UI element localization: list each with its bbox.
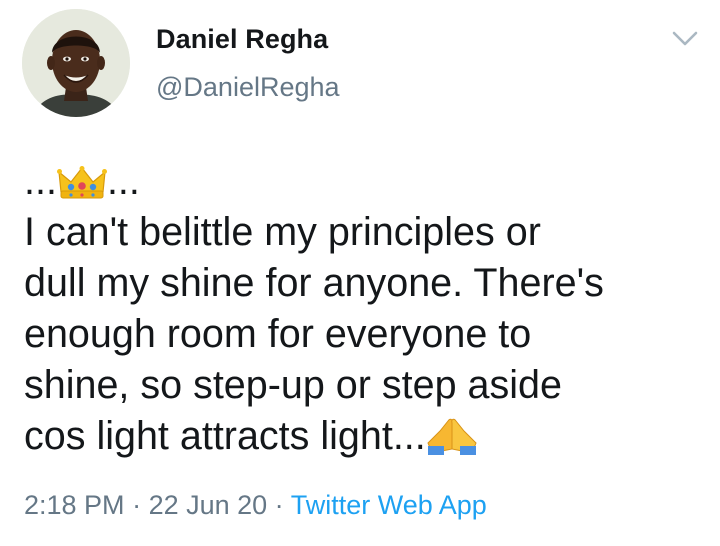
meta-separator: · bbox=[267, 490, 291, 520]
tweet-source-link[interactable]: Twitter Web App bbox=[291, 490, 487, 520]
folded-hands-emoji-icon bbox=[426, 415, 478, 468]
tweet-line: dull my shine for anyone. There's bbox=[24, 261, 604, 305]
tweet-card: Daniel Regha @DanielRegha ... ... I can'… bbox=[0, 0, 720, 546]
author-display-name[interactable]: Daniel Regha bbox=[156, 24, 328, 55]
tweet-line: I can't belittle my principles or bbox=[24, 210, 541, 254]
tweet-text: ... ... I can't belittle my principles o… bbox=[24, 156, 704, 468]
tweet-lead-line: ... ... bbox=[24, 156, 704, 207]
tweet-line: enough room for everyone to bbox=[24, 312, 532, 356]
tweet-line-last: cos light attracts light... bbox=[24, 411, 704, 468]
author-handle[interactable]: @DanielRegha bbox=[156, 72, 340, 103]
tweet-line: shine, so step-up or step aside bbox=[24, 363, 562, 407]
chevron-down-icon[interactable] bbox=[672, 30, 698, 48]
tweet-time[interactable]: 2:18 PM bbox=[24, 490, 125, 520]
meta-separator: · bbox=[124, 490, 149, 520]
tweet-meta: 2:18 PM · 22 Jun 20 · Twitter Web App bbox=[24, 490, 487, 521]
ellipsis-right: ... bbox=[106, 159, 140, 203]
tweet-line-text: cos light attracts light... bbox=[24, 414, 426, 458]
profile-photo-icon bbox=[22, 9, 130, 117]
tweet-date[interactable]: 22 Jun 20 bbox=[149, 490, 268, 520]
avatar[interactable] bbox=[22, 9, 130, 117]
crown-emoji-icon bbox=[56, 162, 107, 213]
ellipsis-left: ... bbox=[24, 159, 57, 203]
